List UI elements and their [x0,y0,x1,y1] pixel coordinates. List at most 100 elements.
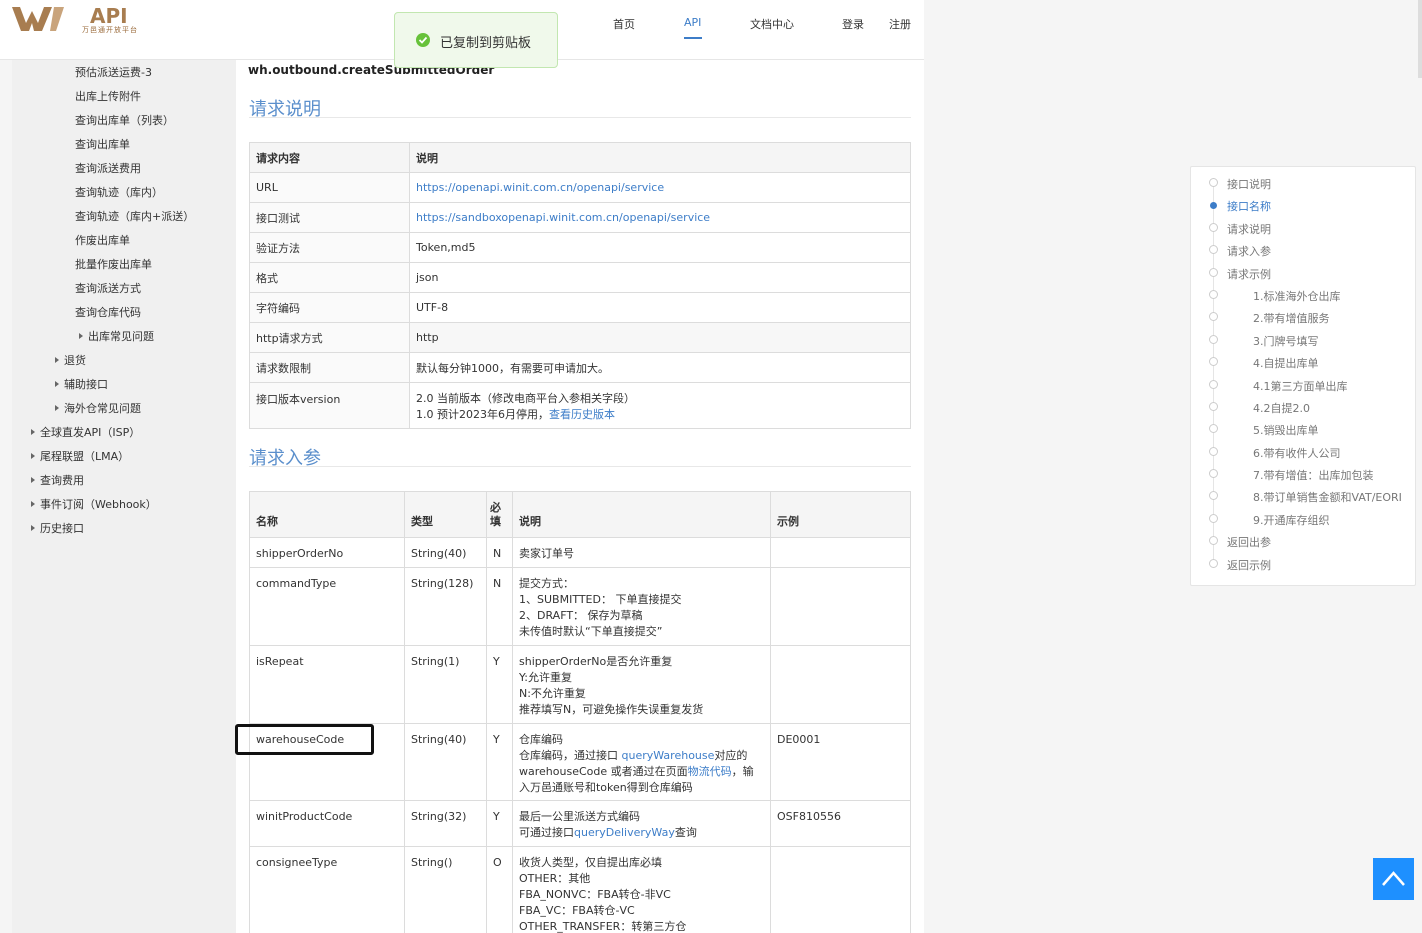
divider [249,117,911,118]
toc-item[interactable]: 返回出参 [1227,534,1271,550]
nav-home[interactable]: 首页 [613,16,635,32]
table-row: winitProductCode String(32) Y 最后一公里派送方式编… [249,800,911,847]
copy-toast: 已复制到剪贴板 [394,12,558,68]
request-info-table: 请求内容 说明 URL https://openapi.winit.com.cn… [249,142,911,429]
toc-item[interactable]: 9.开通库存组织 [1253,512,1330,528]
toc-item[interactable]: 4.2自提2.0 [1253,400,1310,416]
arrow-up-icon [1382,871,1405,886]
toast-message: 已复制到剪贴板 [440,36,532,51]
sidebar-item[interactable]: 查询仓库代码 [75,304,141,320]
sidebar-group-returns[interactable]: 退货 [55,352,86,368]
toc-item[interactable]: 接口说明 [1227,176,1271,192]
nav-docs[interactable]: 文档中心 [750,16,794,32]
table-row: commandType String(128) N 提交方式： 1、SUBMIT… [249,567,911,646]
sidebar-group-warehouse-faq[interactable]: 海外仓常见问题 [55,400,141,416]
table-cell: 格式 [249,262,410,293]
caret-right-icon [55,357,59,363]
table-cell: UTF-8 [409,292,911,323]
sidebar-item[interactable]: 批量作废出库单 [75,256,152,272]
toc-item[interactable]: 2.带有增值服务 [1253,310,1330,326]
table-row: consigneeType String() O 收货人类型，仅自提出库必填 O… [249,846,911,933]
sidebar-group-isp[interactable]: 全球直发API（ISP） [31,424,140,440]
history-version-link[interactable]: 查看历史版本 [549,408,615,421]
success-check-icon [416,33,430,47]
table-row: shipperOrderNo String(40) N 卖家订单号 [249,537,911,568]
table-cell: 默认每分钟1000，有需要可申请加大。 [409,352,911,383]
table-header: 示例 [770,491,911,538]
caret-right-icon [31,525,35,531]
table-cell: 接口测试 [249,202,410,233]
toc-item-active[interactable]: 接口名称 [1227,198,1271,214]
sandbox-url-link[interactable]: https://sandboxopenapi.winit.com.cn/open… [416,211,710,224]
table-header: 必填 [486,491,513,538]
logo-subtitle: 万邑通开放平台 [82,26,138,34]
table-cell: https://sandboxopenapi.winit.com.cn/open… [409,202,911,233]
toc-item[interactable]: 3.门牌号填写 [1253,333,1319,349]
nav-register[interactable]: 注册 [889,16,911,32]
sidebar-item[interactable]: 查询出库单 [75,136,130,152]
toc-item[interactable]: 请求说明 [1227,221,1271,237]
nav-api[interactable]: API [684,16,701,29]
toc-item[interactable]: 6.带有收件人公司 [1253,445,1341,461]
toc-dot [1209,402,1218,411]
caret-right-icon [31,453,35,459]
toc-item[interactable]: 8.带订单销售金额和VAT/EORI [1253,489,1402,505]
table-cell: http [409,322,911,353]
sidebar-group-fees[interactable]: 查询费用 [31,472,84,488]
sidebar-item[interactable]: 查询派送方式 [75,280,141,296]
query-warehouse-link[interactable]: queryWarehouse [622,749,715,762]
sidebar-item[interactable]: 查询派送费用 [75,160,141,176]
toc-dot [1209,469,1218,478]
toc-item[interactable]: 请求示例 [1227,266,1271,282]
nav-login[interactable]: 登录 [842,16,864,32]
back-to-top-button[interactable] [1373,858,1414,900]
table-header: 请求内容 [249,142,410,173]
toc-item[interactable]: 4.自提出库单 [1253,355,1319,371]
toc-item[interactable]: 1.标准海外仓出库 [1253,288,1341,304]
toc-item[interactable]: 4.1第三方面单出库 [1253,378,1348,394]
sidebar-group-webhook[interactable]: 事件订阅（Webhook） [31,496,157,512]
divider [249,466,911,467]
table-header: 说明 [512,491,771,538]
toc-dot [1209,424,1218,433]
main-content: wh.outbound.createSubmittedOrder 请求说明 请求… [236,60,924,933]
logistics-code-link[interactable]: 物流代码 [688,765,732,778]
table-cell: 验证方法 [249,232,410,263]
winit-logo[interactable]: API 万邑通开放平台 [12,3,142,34]
toc-item[interactable]: 返回示例 [1227,557,1271,573]
toc-dot [1209,245,1218,254]
url-link[interactable]: https://openapi.winit.com.cn/openapi/ser… [416,181,664,194]
sidebar-item[interactable]: 查询轨迹（库内） [75,184,163,200]
toc-dot-active [1210,202,1217,209]
toc-dot [1209,335,1218,344]
table-header: 类型 [404,491,487,538]
sidebar-item[interactable]: 预估派送运费-3 [75,64,152,80]
toc-track [1213,182,1214,564]
toc-dot [1209,178,1218,187]
sidebar-item[interactable]: 查询出库单（列表） [75,112,174,128]
sidebar-group-lma[interactable]: 尾程联盟（LMA） [31,448,129,464]
toc-dot [1209,380,1218,389]
page-scrollbar[interactable] [1418,0,1422,78]
sidebar-item[interactable]: 出库上传附件 [75,88,141,104]
table-cell: 字符编码 [249,292,410,323]
table-cell: 2.0 当前版本（修改电商平台入参相关字段） 1.0 预计2023年6月停用，查… [409,382,911,429]
table-of-contents: 接口说明 接口名称 请求说明 请求入参 请求示例 1.标准海外仓出库 2.带有增… [1190,166,1416,586]
table-cell: https://openapi.winit.com.cn/openapi/ser… [409,172,911,203]
toc-item[interactable]: 请求入参 [1227,243,1271,259]
toc-item[interactable]: 5.销毁出库单 [1253,422,1319,438]
sidebar-nav: 预估派送运费-3 出库上传附件 查询出库单（列表） 查询出库单 查询派送费用 查… [12,60,236,933]
sidebar-group-aux[interactable]: 辅助接口 [55,376,108,392]
sidebar-group-history[interactable]: 历史接口 [31,520,84,536]
table-header: 说明 [409,142,911,173]
query-delivery-way-link[interactable]: queryDeliveryWay [574,826,675,839]
toc-dot [1209,223,1218,232]
sidebar-group-outbound-faq[interactable]: 出库常见问题 [79,328,154,344]
toc-dot [1209,312,1218,321]
sidebar-item[interactable]: 作废出库单 [75,232,130,248]
table-row: isRepeat String(1) Y shipperOrderNo是否允许重… [249,645,911,724]
sidebar-item[interactable]: 查询轨迹（库内+派送） [75,208,194,224]
caret-right-icon [31,477,35,483]
toc-item[interactable]: 7.带有增值：出库加包装 [1253,467,1374,483]
table-cell: URL [249,172,410,203]
